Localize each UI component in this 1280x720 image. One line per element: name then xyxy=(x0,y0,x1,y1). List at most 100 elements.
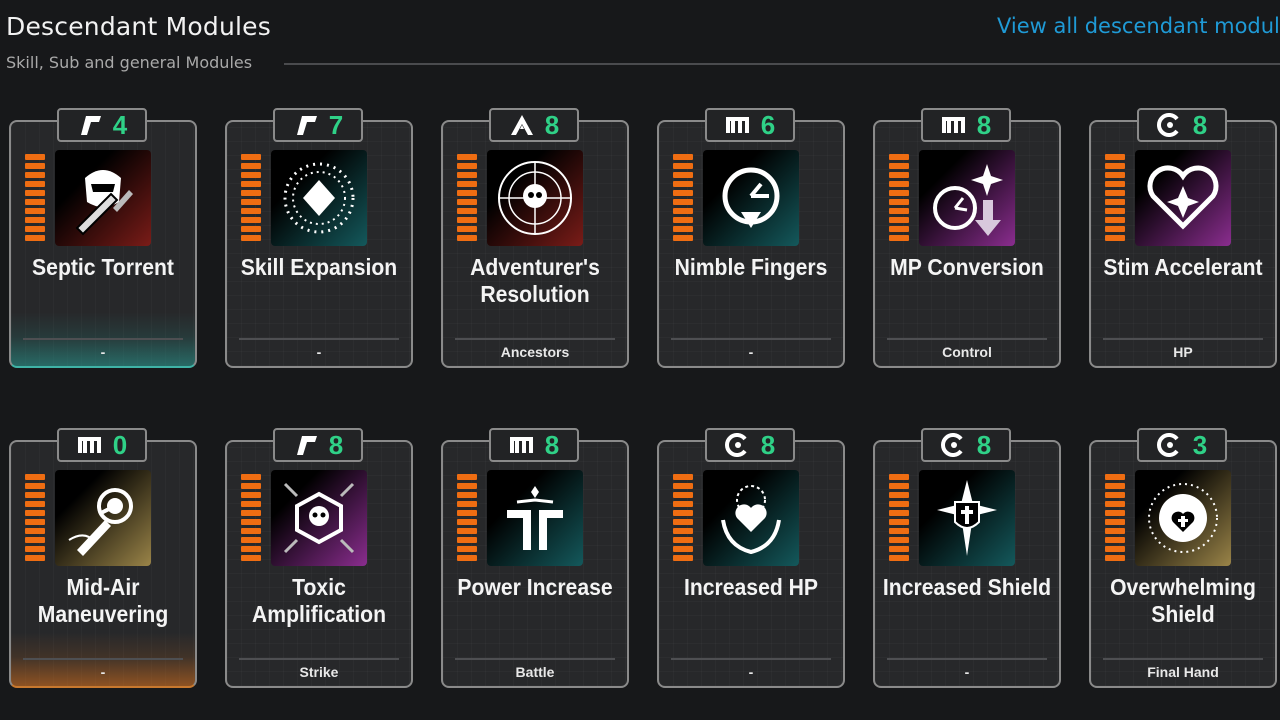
module-name: Toxic Amplification xyxy=(251,574,387,627)
footer-divider xyxy=(239,658,399,660)
level-bars xyxy=(241,154,261,241)
footer-divider xyxy=(887,658,1047,660)
cerulean-socket-icon xyxy=(1156,113,1183,137)
malachite-socket-icon xyxy=(725,113,751,137)
module-name: Increased Shield xyxy=(882,574,1052,600)
level-bars xyxy=(25,154,45,241)
capacity-value: 8 xyxy=(544,109,560,140)
level-bars xyxy=(673,474,693,561)
capacity-value: 8 xyxy=(976,429,992,460)
rutile-socket-icon xyxy=(293,113,319,137)
module-card-increased-shield[interactable]: 8 Increased Shield - xyxy=(873,428,1061,688)
module-card-increased-hp[interactable]: 8 Increased HP - xyxy=(657,428,845,688)
module-subtype: - xyxy=(748,664,754,680)
adventurers-resolution-icon xyxy=(487,150,583,246)
module-name: Increased HP xyxy=(683,574,819,600)
level-bars xyxy=(1105,474,1125,561)
septic-torrent-icon xyxy=(55,150,151,246)
level-bars xyxy=(889,154,909,241)
capacity-tab: 8 xyxy=(921,428,1011,462)
module-card-mid-air-maneuvering[interactable]: 0 Mid-Air Maneuvering - xyxy=(9,428,197,688)
mid-air-maneuvering-icon xyxy=(55,470,151,566)
header-divider xyxy=(284,63,1280,65)
footer-divider xyxy=(23,658,183,660)
module-name: Stim Accelerant xyxy=(1103,254,1263,280)
module-subtype: - xyxy=(100,664,106,680)
footer-divider xyxy=(1103,658,1263,660)
increased-shield-icon xyxy=(919,470,1015,566)
footer-divider xyxy=(455,658,615,660)
capacity-tab: 4 xyxy=(57,108,147,142)
capacity-tab: 3 xyxy=(1137,428,1227,462)
module-subtype: - xyxy=(748,344,754,360)
module-card-mp-conversion[interactable]: 8 MP Conversion Control xyxy=(873,108,1061,368)
capacity-value: 8 xyxy=(328,429,344,460)
mp-conversion-icon xyxy=(919,150,1015,246)
footer-divider xyxy=(23,338,183,340)
footer-divider xyxy=(239,338,399,340)
malachite-socket-icon xyxy=(77,433,103,457)
module-subtype: Control xyxy=(942,344,992,360)
module-card-septic-torrent[interactable]: 4 Septic Torrent - xyxy=(9,108,197,368)
footer-divider xyxy=(1103,338,1263,340)
capacity-value: 8 xyxy=(1192,109,1208,140)
module-card-power-increase[interactable]: 8 Power Increase Battle xyxy=(441,428,629,688)
module-name: Nimble Fingers xyxy=(674,254,828,280)
rutile-socket-icon xyxy=(77,113,103,137)
module-subtype: HP xyxy=(1173,344,1193,360)
module-card-adventurers-resolution[interactable]: 8 Adventurer's Resolution Ancestors xyxy=(441,108,629,368)
cerulean-socket-icon xyxy=(1156,433,1183,457)
overwhelming-shield-icon xyxy=(1135,470,1231,566)
capacity-tab: 8 xyxy=(273,428,363,462)
nimble-fingers-icon xyxy=(703,150,799,246)
module-name: Overwhelming Shield xyxy=(1110,574,1256,627)
cerulean-socket-icon xyxy=(724,433,751,457)
almandine-socket-icon xyxy=(509,113,535,137)
capacity-tab: 8 xyxy=(1137,108,1227,142)
level-bars xyxy=(25,474,45,561)
capacity-value: 0 xyxy=(112,429,128,460)
page-subtitle: Skill, Sub and general Modules xyxy=(6,53,253,72)
module-subtype: - xyxy=(100,344,106,360)
footer-divider xyxy=(887,338,1047,340)
module-name: Mid-Air Maneuvering xyxy=(37,574,169,627)
module-card-toxic-amplification[interactable]: 8 Toxic Amplification Strike xyxy=(225,428,413,688)
view-all-modules-link[interactable]: View all descendant modules xyxy=(997,14,1280,38)
module-subtype: Strike xyxy=(299,664,339,680)
module-name: Power Increase xyxy=(457,574,613,600)
module-card-stim-accelerant[interactable]: 8 Stim Accelerant HP xyxy=(1089,108,1277,368)
module-name: Skill Expansion xyxy=(240,254,398,280)
module-subtype: Ancestors xyxy=(500,344,570,360)
capacity-tab: 8 xyxy=(489,108,579,142)
module-subtype: Battle xyxy=(515,664,555,680)
capacity-tab: 0 xyxy=(57,428,147,462)
capacity-tab: 8 xyxy=(705,428,795,462)
module-card-overwhelming-shield[interactable]: 3 Overwhelming Shield Final Hand xyxy=(1089,428,1277,688)
module-card-nimble-fingers[interactable]: 6 Nimble Fingers - xyxy=(657,108,845,368)
capacity-value: 8 xyxy=(760,429,776,460)
footer-divider xyxy=(455,338,615,340)
module-name: Septic Torrent xyxy=(32,254,174,280)
stim-accelerant-icon xyxy=(1135,150,1231,246)
skill-expansion-icon xyxy=(271,150,367,246)
level-bars xyxy=(889,474,909,561)
capacity-value: 8 xyxy=(544,429,560,460)
module-subtype: - xyxy=(964,664,970,680)
capacity-value: 8 xyxy=(976,109,992,140)
capacity-value: 6 xyxy=(760,109,776,140)
capacity-tab: 8 xyxy=(921,108,1011,142)
capacity-tab: 6 xyxy=(705,108,795,142)
cerulean-socket-icon xyxy=(940,433,967,457)
module-name: Adventurer's Resolution xyxy=(470,254,600,307)
capacity-value: 7 xyxy=(328,109,344,140)
malachite-socket-icon xyxy=(509,433,535,457)
module-subtype: - xyxy=(316,344,322,360)
module-card-skill-expansion[interactable]: 7 Skill Expansion - xyxy=(225,108,413,368)
malachite-socket-icon xyxy=(941,113,967,137)
capacity-tab: 8 xyxy=(489,428,579,462)
module-subtype: Final Hand xyxy=(1147,664,1219,680)
capacity-value: 3 xyxy=(1192,429,1208,460)
level-bars xyxy=(673,154,693,241)
level-bars xyxy=(241,474,261,561)
capacity-value: 4 xyxy=(112,109,128,140)
